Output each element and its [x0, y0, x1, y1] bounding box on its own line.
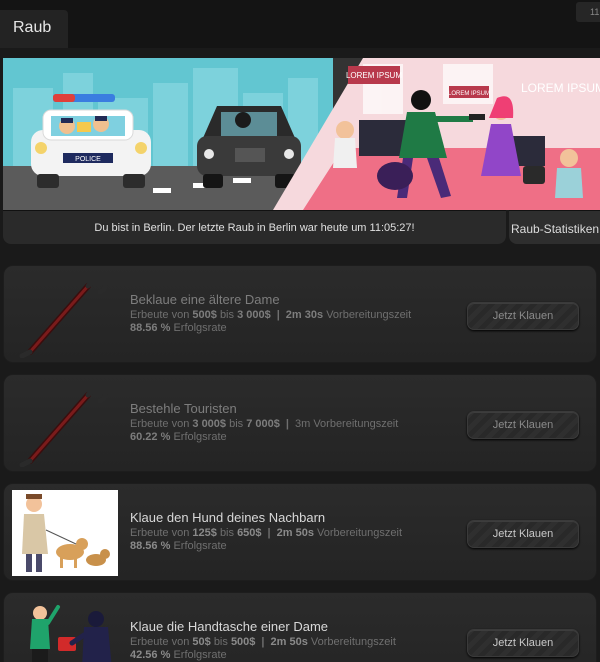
robbery-success-rate: 88.56 % Erfolgsrate [130, 540, 227, 552]
banner-illustration: POLICE LOREM IPSUM LOREM IPSUM LOREM IPS… [3, 58, 600, 210]
title-tab[interactable]: Raub [0, 10, 68, 48]
robbery-details: Erbeute von 500$ bis 3 000$ | 2m 30s Vorbe… [130, 309, 412, 321]
robbery-banner: POLICE LOREM IPSUM LOREM IPSUM LOREM IPS… [3, 58, 600, 210]
robbery-details: Erbeute von 50$ bis 500$ | 2m 50s Vorberei… [130, 636, 396, 648]
robbery-name: Klaue den Hund deines Nachbarn [130, 510, 326, 525]
svg-text:LOREM IPSUM: LOREM IPSUM [448, 91, 490, 97]
svg-text:LOREM IPSUM: LOREM IPSUM [346, 71, 402, 80]
svg-text:POLICE: POLICE [75, 156, 101, 163]
steal-now-button[interactable]: Jetzt Klauen [467, 629, 579, 657]
robbery-card-2: Klaue den Hund deines Nachbarn Erbeute v… [3, 483, 597, 581]
svg-text:LOREM IPSUM: LOREM IPSUM [521, 81, 600, 95]
location-info-bar: Du bist in Berlin. Der letzte Raub in Be… [3, 210, 506, 244]
steal-now-button[interactable]: Jetzt Klauen [467, 411, 579, 439]
robbery-name: Bestehle Touristen [130, 401, 237, 416]
handbag-thief-icon [30, 605, 112, 662]
steal-now-button[interactable]: Jetzt Klauen [467, 302, 579, 330]
corner-tab[interactable]: 11 [576, 2, 600, 22]
robbery-name: Klaue die Handtasche einer Dame [130, 619, 329, 634]
last-robbery-message: Du bist in Berlin. Der letzte Raub in Be… [94, 222, 415, 234]
robbery-success-rate: 60.22 % Erfolgsrate [130, 431, 227, 443]
robbery-success-rate: 88.56 % Erfolgsrate [130, 322, 227, 334]
top-bar: Raub 11 [0, 0, 600, 48]
getaway-car-icon [197, 106, 301, 188]
steal-now-button[interactable]: Jetzt Klauen [467, 520, 579, 548]
crowbar-icon [19, 386, 108, 467]
robbery-details: Erbeute von 125$ bis 650$ | 2m 50s Vorbere… [130, 527, 403, 539]
robbery-statistics-button[interactable]: Raub-Statistiken [509, 210, 600, 244]
robbery-success-rate: 42.56 % Erfolgsrate [130, 649, 227, 661]
robbery-details: Erbeute von 3 000$ bis 7 000$ | 3m Vorbere… [130, 418, 399, 430]
robbery-card-0: Beklaue eine ältere Dame Erbeute von 500… [3, 265, 597, 363]
robbery-card-3: Klaue die Handtasche einer Dame Erbeute … [3, 592, 597, 662]
crowbar-icon [19, 277, 108, 358]
robbery-name: Beklaue eine ältere Dame [130, 292, 280, 307]
dog-walker-icon [12, 490, 118, 576]
page-title: Raub [13, 19, 52, 36]
robbery-card-1: Bestehle Touristen Erbeute von 3 000$ bi… [3, 374, 597, 472]
